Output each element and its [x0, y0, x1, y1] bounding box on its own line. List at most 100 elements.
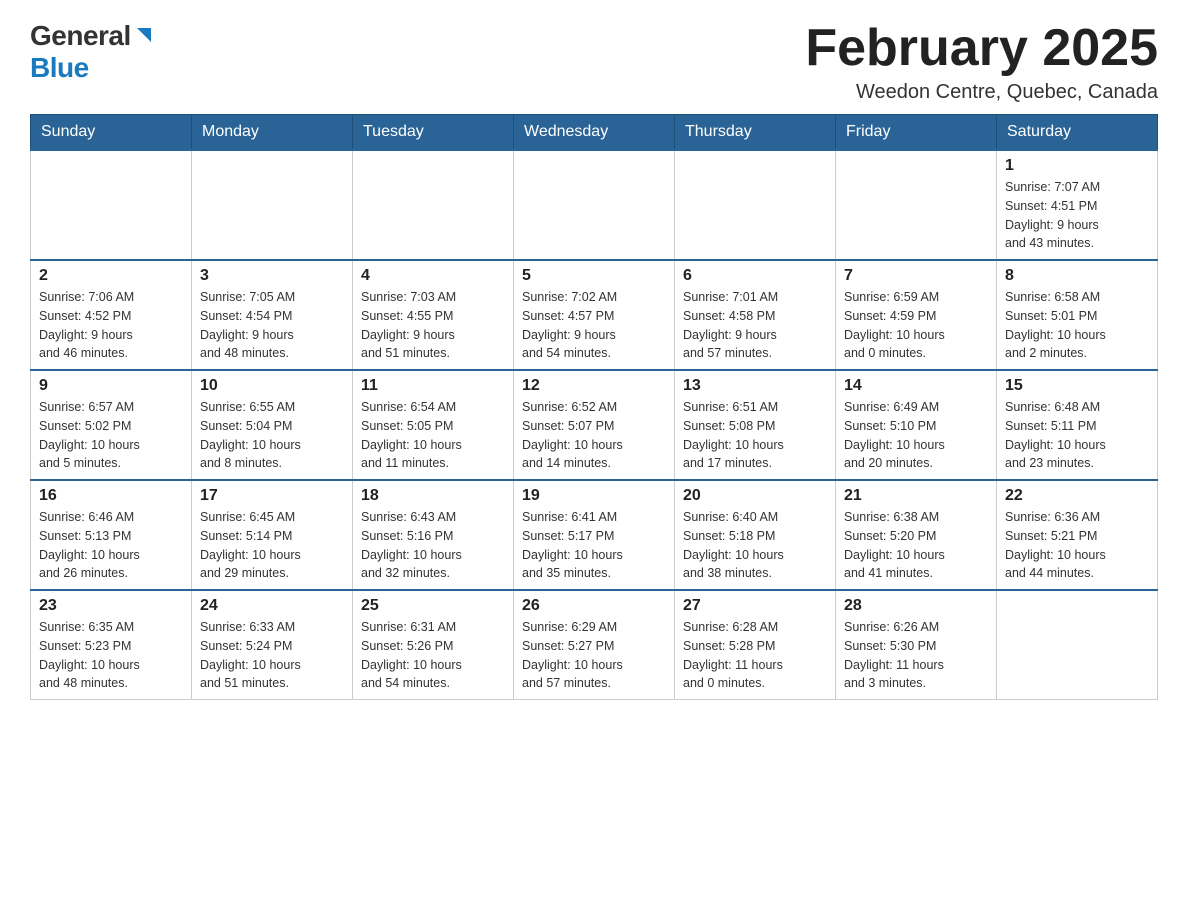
day-info: Sunrise: 6:58 AM Sunset: 5:01 PM Dayligh… [1005, 288, 1149, 363]
logo-blue-text: Blue [30, 52, 89, 84]
day-number: 13 [683, 377, 827, 395]
day-info: Sunrise: 7:05 AM Sunset: 4:54 PM Dayligh… [200, 288, 344, 363]
calendar-cell-w4-d6: 21Sunrise: 6:38 AM Sunset: 5:20 PM Dayli… [836, 480, 997, 590]
day-info: Sunrise: 6:40 AM Sunset: 5:18 PM Dayligh… [683, 508, 827, 583]
day-info: Sunrise: 6:57 AM Sunset: 5:02 PM Dayligh… [39, 398, 183, 473]
calendar-cell-w3-d3: 11Sunrise: 6:54 AM Sunset: 5:05 PM Dayli… [353, 370, 514, 480]
calendar-cell-w3-d1: 9 Sunrise: 6:57 AM Sunset: 5:02 PM Daylig… [31, 370, 192, 480]
day-info: Sunrise: 6:45 AM Sunset: 5:14 PM Dayligh… [200, 508, 344, 583]
day-number: 4 [361, 267, 505, 285]
day-number: 1 [1005, 157, 1149, 175]
calendar-cell-w5-d6: 28 Sunrise: 6:26 AM Sunset: 5:30 PM Dayli… [836, 590, 997, 700]
calendar-cell-w1-d5 [675, 150, 836, 260]
day-info: Sunrise: 7:03 AM Sunset: 4:55 PM Dayligh… [361, 288, 505, 363]
day-info: Sunrise: 7:01 AM Sunset: 4:58 PM Dayligh… [683, 288, 827, 363]
calendar-cell-w2-d7: 8 Sunrise: 6:58 AM Sunset: 5:01 PM Daylig… [997, 260, 1158, 370]
calendar-cell-w1-d2 [192, 150, 353, 260]
calendar-header-row: Sunday Monday Tuesday Wednesday Thursday… [31, 115, 1158, 151]
calendar-cell-w3-d7: 15 Sunrise: 6:48 AM Sunset: 5:11 PM Dayli… [997, 370, 1158, 480]
calendar-cell-w1-d6 [836, 150, 997, 260]
day-number: 12 [522, 377, 666, 395]
day-number: 7 [844, 267, 988, 285]
day-number: 17 [200, 487, 344, 505]
day-info: Sunrise: 6:51 AM Sunset: 5:08 PM Dayligh… [683, 398, 827, 473]
day-number: 15 [1005, 377, 1149, 395]
day-number: 16 [39, 487, 183, 505]
day-number: 3 [200, 267, 344, 285]
day-number: 25 [361, 597, 505, 615]
day-info: Sunrise: 6:55 AM Sunset: 5:04 PM Dayligh… [200, 398, 344, 473]
day-number: 23 [39, 597, 183, 615]
calendar-cell-w4-d2: 17 Sunrise: 6:45 AM Sunset: 5:14 PM Dayli… [192, 480, 353, 590]
logo: General Blue [30, 20, 155, 84]
calendar-cell-w5-d7 [997, 590, 1158, 700]
calendar-cell-w1-d3 [353, 150, 514, 260]
day-number: 24 [200, 597, 344, 615]
calendar-cell-w1-d4 [514, 150, 675, 260]
calendar-cell-w2-d4: 5 Sunrise: 7:02 AM Sunset: 4:57 PM Daylig… [514, 260, 675, 370]
day-number: 19 [522, 487, 666, 505]
calendar-cell-w3-d6: 14Sunrise: 6:49 AM Sunset: 5:10 PM Dayli… [836, 370, 997, 480]
calendar-cell-w1-d7: 1 Sunrise: 7:07 AM Sunset: 4:51 PM Daylig… [997, 150, 1158, 260]
day-info: Sunrise: 6:31 AM Sunset: 5:26 PM Dayligh… [361, 618, 505, 693]
day-info: Sunrise: 6:43 AM Sunset: 5:16 PM Dayligh… [361, 508, 505, 583]
day-info: Sunrise: 6:33 AM Sunset: 5:24 PM Dayligh… [200, 618, 344, 693]
day-info: Sunrise: 7:07 AM Sunset: 4:51 PM Dayligh… [1005, 178, 1149, 253]
col-tuesday: Tuesday [353, 115, 514, 151]
title-block: February 2025 Weedon Centre, Quebec, Can… [805, 20, 1158, 104]
calendar-cell-w4-d7: 22 Sunrise: 6:36 AM Sunset: 5:21 PM Dayli… [997, 480, 1158, 590]
day-info: Sunrise: 6:36 AM Sunset: 5:21 PM Dayligh… [1005, 508, 1149, 583]
calendar-cell-w2-d1: 2 Sunrise: 7:06 AM Sunset: 4:52 PM Daylig… [31, 260, 192, 370]
day-info: Sunrise: 6:54 AM Sunset: 5:05 PM Dayligh… [361, 398, 505, 473]
day-info: Sunrise: 6:52 AM Sunset: 5:07 PM Dayligh… [522, 398, 666, 473]
calendar-week-5: 23 Sunrise: 6:35 AM Sunset: 5:23 PM Dayli… [31, 590, 1158, 700]
col-sunday: Sunday [31, 115, 192, 151]
calendar-cell-w5-d2: 24 Sunrise: 6:33 AM Sunset: 5:24 PM Dayli… [192, 590, 353, 700]
day-info: Sunrise: 6:48 AM Sunset: 5:11 PM Dayligh… [1005, 398, 1149, 473]
day-info: Sunrise: 7:06 AM Sunset: 4:52 PM Dayligh… [39, 288, 183, 363]
calendar-cell-w3-d2: 10 Sunrise: 6:55 AM Sunset: 5:04 PM Dayli… [192, 370, 353, 480]
day-info: Sunrise: 6:35 AM Sunset: 5:23 PM Dayligh… [39, 618, 183, 693]
location: Weedon Centre, Quebec, Canada [805, 81, 1158, 104]
day-number: 14 [844, 377, 988, 395]
day-number: 5 [522, 267, 666, 285]
calendar-cell-w5-d1: 23 Sunrise: 6:35 AM Sunset: 5:23 PM Dayli… [31, 590, 192, 700]
calendar-cell-w4-d1: 16Sunrise: 6:46 AM Sunset: 5:13 PM Dayli… [31, 480, 192, 590]
col-wednesday: Wednesday [514, 115, 675, 151]
day-info: Sunrise: 6:26 AM Sunset: 5:30 PM Dayligh… [844, 618, 988, 693]
day-number: 22 [1005, 487, 1149, 505]
day-number: 18 [361, 487, 505, 505]
calendar-week-2: 2 Sunrise: 7:06 AM Sunset: 4:52 PM Daylig… [31, 260, 1158, 370]
day-number: 9 [39, 377, 183, 395]
calendar-cell-w2-d5: 6 Sunrise: 7:01 AM Sunset: 4:58 PM Daylig… [675, 260, 836, 370]
calendar-cell-w3-d4: 12 Sunrise: 6:52 AM Sunset: 5:07 PM Dayli… [514, 370, 675, 480]
calendar-cell-w1-d1 [31, 150, 192, 260]
calendar-cell-w2-d2: 3 Sunrise: 7:05 AM Sunset: 4:54 PM Daylig… [192, 260, 353, 370]
logo-general-text: General [30, 20, 131, 52]
day-info: Sunrise: 6:28 AM Sunset: 5:28 PM Dayligh… [683, 618, 827, 693]
col-monday: Monday [192, 115, 353, 151]
calendar-cell-w2-d3: 4 Sunrise: 7:03 AM Sunset: 4:55 PM Daylig… [353, 260, 514, 370]
day-number: 26 [522, 597, 666, 615]
logo-arrow-icon [133, 24, 155, 46]
day-number: 8 [1005, 267, 1149, 285]
month-title: February 2025 [805, 20, 1158, 77]
calendar-week-4: 16Sunrise: 6:46 AM Sunset: 5:13 PM Dayli… [31, 480, 1158, 590]
day-number: 27 [683, 597, 827, 615]
calendar-cell-w5-d3: 25 Sunrise: 6:31 AM Sunset: 5:26 PM Dayli… [353, 590, 514, 700]
day-number: 10 [200, 377, 344, 395]
day-number: 6 [683, 267, 827, 285]
day-info: Sunrise: 7:02 AM Sunset: 4:57 PM Dayligh… [522, 288, 666, 363]
day-number: 2 [39, 267, 183, 285]
day-number: 28 [844, 597, 988, 615]
calendar-cell-w5-d4: 26 Sunrise: 6:29 AM Sunset: 5:27 PM Dayli… [514, 590, 675, 700]
calendar-body: 1 Sunrise: 7:07 AM Sunset: 4:51 PM Daylig… [31, 150, 1158, 700]
day-info: Sunrise: 6:59 AM Sunset: 4:59 PM Dayligh… [844, 288, 988, 363]
col-friday: Friday [836, 115, 997, 151]
calendar-cell-w2-d6: 7 Sunrise: 6:59 AM Sunset: 4:59 PM Daylig… [836, 260, 997, 370]
day-info: Sunrise: 6:29 AM Sunset: 5:27 PM Dayligh… [522, 618, 666, 693]
col-saturday: Saturday [997, 115, 1158, 151]
day-number: 21 [844, 487, 988, 505]
calendar-table: Sunday Monday Tuesday Wednesday Thursday… [30, 114, 1158, 700]
calendar-cell-w4-d4: 19Sunrise: 6:41 AM Sunset: 5:17 PM Dayli… [514, 480, 675, 590]
